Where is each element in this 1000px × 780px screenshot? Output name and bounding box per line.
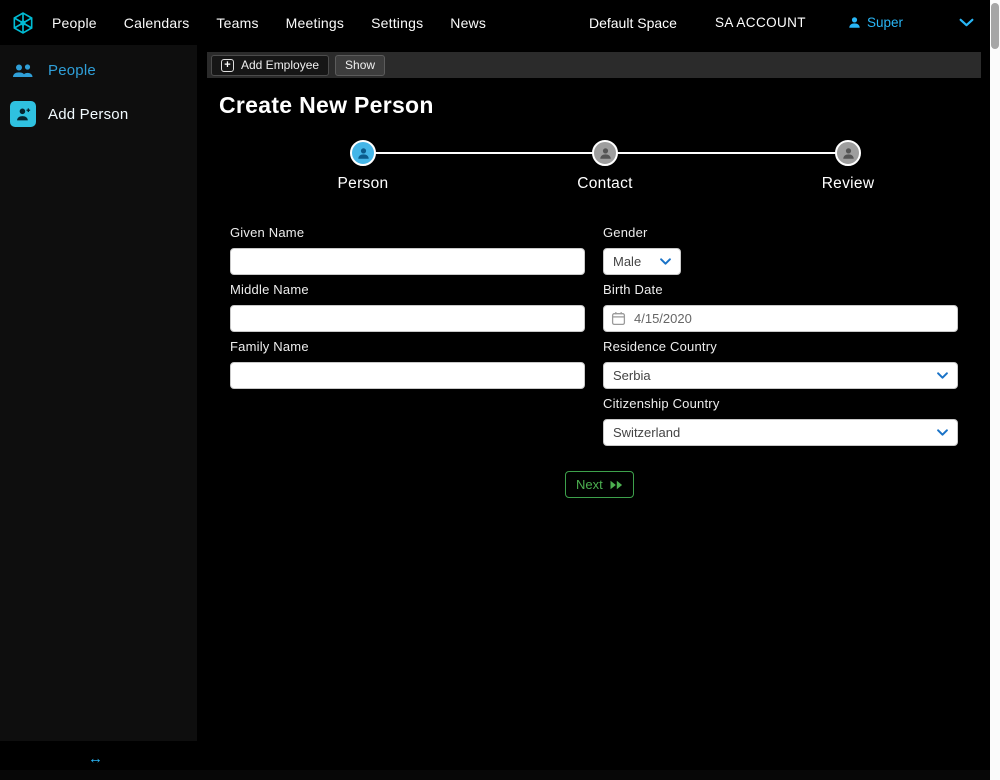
family-name-input[interactable] xyxy=(230,362,585,389)
middle-name-label: Middle Name xyxy=(230,282,309,297)
given-name-field: Given Name xyxy=(230,225,585,275)
step-label: Contact xyxy=(577,175,633,192)
next-label: Next xyxy=(576,477,603,492)
gender-value: Male xyxy=(613,254,642,269)
birth-date-wrapper xyxy=(603,305,958,332)
citizenship-country-value: Switzerland xyxy=(613,425,681,440)
residence-country-label: Residence Country xyxy=(603,339,717,354)
top-navbar: People Calendars Teams Meetings Settings… xyxy=(0,0,990,45)
fast-forward-icon xyxy=(610,480,622,489)
birth-date-label: Birth Date xyxy=(603,282,663,297)
add-employee-button[interactable]: + Add Employee xyxy=(211,54,330,76)
middle-name-input[interactable] xyxy=(230,305,585,332)
gender-field: Gender Male xyxy=(603,225,681,275)
add-employee-label: Add Employee xyxy=(241,58,320,72)
person-add-icon xyxy=(10,101,36,127)
scrollbar-thumb[interactable] xyxy=(991,3,999,49)
next-button[interactable]: Next xyxy=(565,471,634,498)
chevron-down-icon xyxy=(937,372,948,379)
brand-logo[interactable] xyxy=(8,8,38,38)
step-contact: Contact xyxy=(540,140,670,193)
sidebar-item-label: Add Person xyxy=(48,105,129,123)
scrollbar-corner xyxy=(990,770,1000,780)
nav-item-people[interactable]: People xyxy=(52,15,97,31)
sidebar-item-people[interactable]: People xyxy=(0,53,197,88)
sidebar-item-label: People xyxy=(48,62,96,79)
birth-date-input[interactable] xyxy=(603,305,958,332)
citizenship-country-field: Citizenship Country Switzerland xyxy=(603,396,958,446)
step-circle-review[interactable] xyxy=(835,140,861,166)
step-label: Person xyxy=(337,175,389,192)
step-person: Person xyxy=(298,140,428,193)
sidebar-collapse-toggle[interactable]: ↔ xyxy=(88,750,103,767)
gender-label: Gender xyxy=(603,225,648,240)
step-circle-contact[interactable] xyxy=(592,140,618,166)
nav-item-settings[interactable]: Settings xyxy=(371,15,423,31)
nav-item-teams[interactable]: Teams xyxy=(216,15,258,31)
space-selector[interactable]: Default Space xyxy=(589,15,677,31)
family-name-label: Family Name xyxy=(230,339,309,354)
nav-item-calendars[interactable]: Calendars xyxy=(124,15,190,31)
nav-item-news[interactable]: News xyxy=(450,15,486,31)
user-menu-dropdown[interactable] xyxy=(959,18,974,27)
step-circle-person[interactable] xyxy=(350,140,376,166)
middle-name-field: Middle Name xyxy=(230,282,585,332)
nav-item-meetings[interactable]: Meetings xyxy=(286,15,344,31)
residence-country-field: Residence Country Serbia xyxy=(603,339,958,389)
person-icon xyxy=(599,147,611,159)
sidebar: People Add Person xyxy=(0,45,197,741)
navbar-right: Default Space SA ACCOUNT Super xyxy=(589,15,974,31)
account-menu[interactable]: SA ACCOUNT xyxy=(715,15,806,30)
horizontal-scrollbar[interactable] xyxy=(0,770,990,780)
show-button[interactable]: Show xyxy=(335,54,386,76)
people-icon xyxy=(10,63,36,78)
citizenship-country-label: Citizenship Country xyxy=(603,396,720,411)
person-icon xyxy=(842,147,854,159)
person-icon xyxy=(357,147,369,159)
given-name-label: Given Name xyxy=(230,225,305,240)
family-name-field: Family Name xyxy=(230,339,585,389)
main-nav: People Calendars Teams Meetings Settings… xyxy=(52,15,486,31)
birth-date-field: Birth Date xyxy=(603,282,958,332)
user-icon xyxy=(849,17,860,28)
chevron-down-icon xyxy=(937,429,948,436)
residence-country-select[interactable]: Serbia xyxy=(603,362,958,389)
citizenship-country-select[interactable]: Switzerland xyxy=(603,419,958,446)
step-label: Review xyxy=(821,175,875,192)
step-review: Review xyxy=(783,140,913,193)
main-content: + Add Employee Show Create New Person Pe… xyxy=(197,45,990,780)
chevron-down-icon xyxy=(959,18,974,27)
residence-country-value: Serbia xyxy=(613,368,651,383)
toolbar: + Add Employee Show xyxy=(207,52,981,78)
page-title: Create New Person xyxy=(219,92,434,118)
user-name: Super xyxy=(866,15,903,30)
vertical-scrollbar[interactable] xyxy=(990,0,1000,770)
sidebar-item-add-person[interactable]: Add Person xyxy=(0,92,197,136)
plus-icon: + xyxy=(221,58,234,72)
gender-select[interactable]: Male xyxy=(603,248,681,275)
user-menu[interactable]: Super xyxy=(848,15,903,30)
chevron-down-icon xyxy=(660,258,671,265)
given-name-input[interactable] xyxy=(230,248,585,275)
snowflake-logo-icon xyxy=(13,11,33,34)
horizontal-arrows-icon: ↔ xyxy=(88,750,103,767)
